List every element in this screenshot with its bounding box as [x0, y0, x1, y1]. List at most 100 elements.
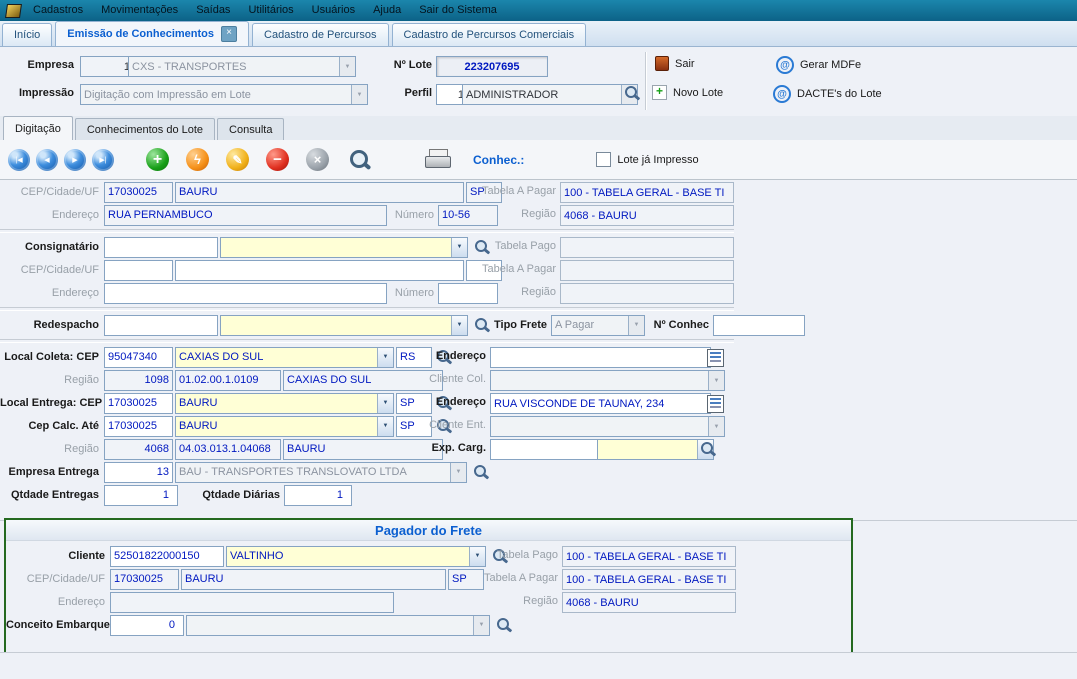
- coleta-endereco-field[interactable]: [490, 347, 711, 368]
- calc-cep-field[interactable]: 17030025: [104, 416, 173, 437]
- add-record-icon[interactable]: [146, 148, 169, 171]
- cliente-col-combo[interactable]: [490, 370, 725, 391]
- entrega-cep-field[interactable]: 17030025: [104, 393, 173, 414]
- cliente-doc-field[interactable]: 52501822000150: [110, 546, 224, 567]
- subtab-digitacao[interactable]: Digitação: [3, 116, 73, 140]
- menu-movimentacoes[interactable]: Movimentações: [92, 0, 187, 21]
- consignatario-endereco-field[interactable]: [104, 283, 387, 304]
- coleta-cep-field[interactable]: 95047340: [104, 347, 173, 368]
- menu-cadastros[interactable]: Cadastros: [24, 0, 92, 21]
- delete-record-icon[interactable]: [266, 148, 289, 171]
- close-tab-icon[interactable]: ×: [221, 26, 237, 42]
- chevron-down-icon: [450, 463, 466, 482]
- chevron-down-icon: [708, 417, 724, 436]
- menu-saidas[interactable]: Saídas: [187, 0, 239, 21]
- pagador-tabela-pago-field: 100 - TABELA GERAL - BASE TI: [562, 546, 736, 567]
- impressao-combo[interactable]: Digitação com Impressão em Lote: [80, 84, 368, 105]
- coleta-cidade-combo[interactable]: CAXIAS DO SUL: [175, 347, 394, 368]
- report-icon[interactable]: [707, 395, 724, 413]
- dacte-button-label: DACTE's do Lote: [797, 88, 882, 100]
- empresa-combo[interactable]: CXS - TRANSPORTES: [128, 56, 356, 77]
- destinatario-cidade-field[interactable]: BAURU: [175, 182, 464, 203]
- dacte-do-lote-button[interactable]: DACTE's do Lote: [773, 85, 882, 103]
- entrega-endereco-field[interactable]: RUA VISCONDE DE TAUNAY, 234: [490, 393, 711, 414]
- consignatario-code-field[interactable]: [104, 237, 218, 258]
- cep-cidade-uf-label: CEP/Cidade/UF: [0, 264, 104, 276]
- pagador-regiao-field: 4068 - BAURU: [562, 592, 736, 613]
- tab-cadastro-de-percursos-comerciais[interactable]: Cadastro de Percursos Comerciais: [392, 23, 587, 46]
- conceito-embarque-field[interactable]: 0: [110, 615, 184, 636]
- tipo-frete-combo[interactable]: A Pagar: [551, 315, 645, 336]
- perfil-combo-value: ADMINISTRADOR: [466, 89, 558, 101]
- process-icon[interactable]: [186, 148, 209, 171]
- empresa-entrega-value: BAU - TRANSPORTES TRANSLOVATO LTDA: [179, 466, 407, 478]
- search-icon[interactable]: [473, 464, 488, 481]
- tabela-pago-label: Tabela Pago: [432, 549, 558, 561]
- empresa-entrega-cod-field[interactable]: 13: [104, 462, 173, 483]
- subtab-consulta[interactable]: Consulta: [217, 118, 284, 140]
- cliente-ent-combo[interactable]: [490, 416, 725, 437]
- destinatario-cep-field[interactable]: 17030025: [104, 182, 173, 203]
- entrega-regiao-row: Região 4068 04.03.013.1.04068 BAURU Exp.…: [0, 438, 1077, 460]
- nav-previous-icon[interactable]: [36, 149, 58, 171]
- entrega-cidade-combo[interactable]: BAURU: [175, 393, 394, 414]
- cliente-ent-label: Cliente Ent.: [418, 419, 486, 431]
- nav-first-icon[interactable]: [8, 149, 30, 171]
- tab-label: Cadastro de Percursos Comerciais: [404, 29, 575, 41]
- lote-ja-impresso-checkbox[interactable]: [596, 152, 611, 167]
- search-icon[interactable]: [700, 441, 715, 458]
- cancel-icon[interactable]: [306, 148, 329, 171]
- nav-next-icon[interactable]: [64, 149, 86, 171]
- chevron-down-icon: [339, 57, 355, 76]
- destinatario-tabela-a-pagar-field: 100 - TABELA GERAL - BASE TI: [560, 182, 734, 203]
- tab-cadastro-de-percursos[interactable]: Cadastro de Percursos: [252, 23, 389, 46]
- print-icon[interactable]: [425, 149, 451, 170]
- exp-carg-code-field[interactable]: [490, 439, 602, 460]
- search-icon[interactable]: [624, 85, 639, 102]
- application-window: Cadastros Movimentações Saídas Utilitári…: [0, 0, 1077, 679]
- menu-sair-do-sistema[interactable]: Sair do Sistema: [410, 0, 506, 21]
- tab-emissao-de-conhecimentos[interactable]: Emissão de Conhecimentos ×: [55, 21, 249, 46]
- menu-ajuda[interactable]: Ajuda: [364, 0, 410, 21]
- menu-utilitarios[interactable]: Utilitários: [239, 0, 302, 21]
- tab-inicio[interactable]: Início: [2, 23, 52, 46]
- conceito-embarque-combo[interactable]: [186, 615, 490, 636]
- consignatario-tabela-pago-field: [560, 237, 734, 258]
- calc-cidade-combo[interactable]: BAURU: [175, 416, 394, 437]
- search-icon[interactable]: [474, 317, 489, 334]
- qtdade-diarias-field[interactable]: 1: [284, 485, 352, 506]
- cep-cidade-uf-label: CEP/Cidade/UF: [0, 186, 104, 198]
- destinatario-endereco-field[interactable]: RUA PERNAMBUCO: [104, 205, 387, 226]
- chevron-down-icon: [377, 394, 393, 413]
- novo-lote-button-label: Novo Lote: [673, 87, 723, 99]
- chevron-down-icon: [351, 85, 367, 104]
- empresa-entrega-combo[interactable]: BAU - TRANSPORTES TRANSLOVATO LTDA: [175, 462, 467, 483]
- search-icon[interactable]: [496, 617, 511, 634]
- tabela-a-pagar-label: Tabela A Pagar: [430, 263, 556, 275]
- redespacho-code-field[interactable]: [104, 315, 218, 336]
- subtab-conhecimentos-do-lote[interactable]: Conhecimentos do Lote: [75, 118, 215, 140]
- gerar-mdfe-button[interactable]: Gerar MDFe: [776, 56, 861, 74]
- endereco-label: Endereço: [0, 287, 104, 299]
- consignatario-cidade-field[interactable]: [175, 260, 464, 281]
- exp-carg-combo[interactable]: [597, 439, 714, 460]
- perfil-combo[interactable]: ADMINISTRADOR: [462, 84, 638, 105]
- endereco-label: Endereço: [6, 596, 110, 608]
- consignatario-cep-field[interactable]: [104, 260, 173, 281]
- pagador-cidade-field[interactable]: BAURU: [181, 569, 446, 590]
- pagador-cep-field[interactable]: 17030025: [110, 569, 179, 590]
- section-divider: [0, 229, 734, 233]
- redespacho-combo[interactable]: [220, 315, 468, 336]
- tabela-a-pagar-label: Tabela A Pagar: [432, 572, 558, 584]
- nav-last-icon[interactable]: [92, 149, 114, 171]
- report-icon[interactable]: [707, 349, 724, 367]
- edit-record-icon[interactable]: [226, 148, 249, 171]
- empresa-code-field[interactable]: 1: [80, 56, 134, 77]
- search-icon[interactable]: [349, 149, 371, 171]
- cep-cidade-uf-label: CEP/Cidade/UF: [6, 573, 110, 585]
- qtdade-entregas-field[interactable]: 1: [104, 485, 178, 506]
- novo-lote-button[interactable]: Novo Lote: [652, 85, 723, 100]
- menu-usuarios[interactable]: Usuários: [303, 0, 364, 21]
- n-conhec-field[interactable]: [713, 315, 805, 336]
- sair-button[interactable]: Sair: [655, 56, 695, 71]
